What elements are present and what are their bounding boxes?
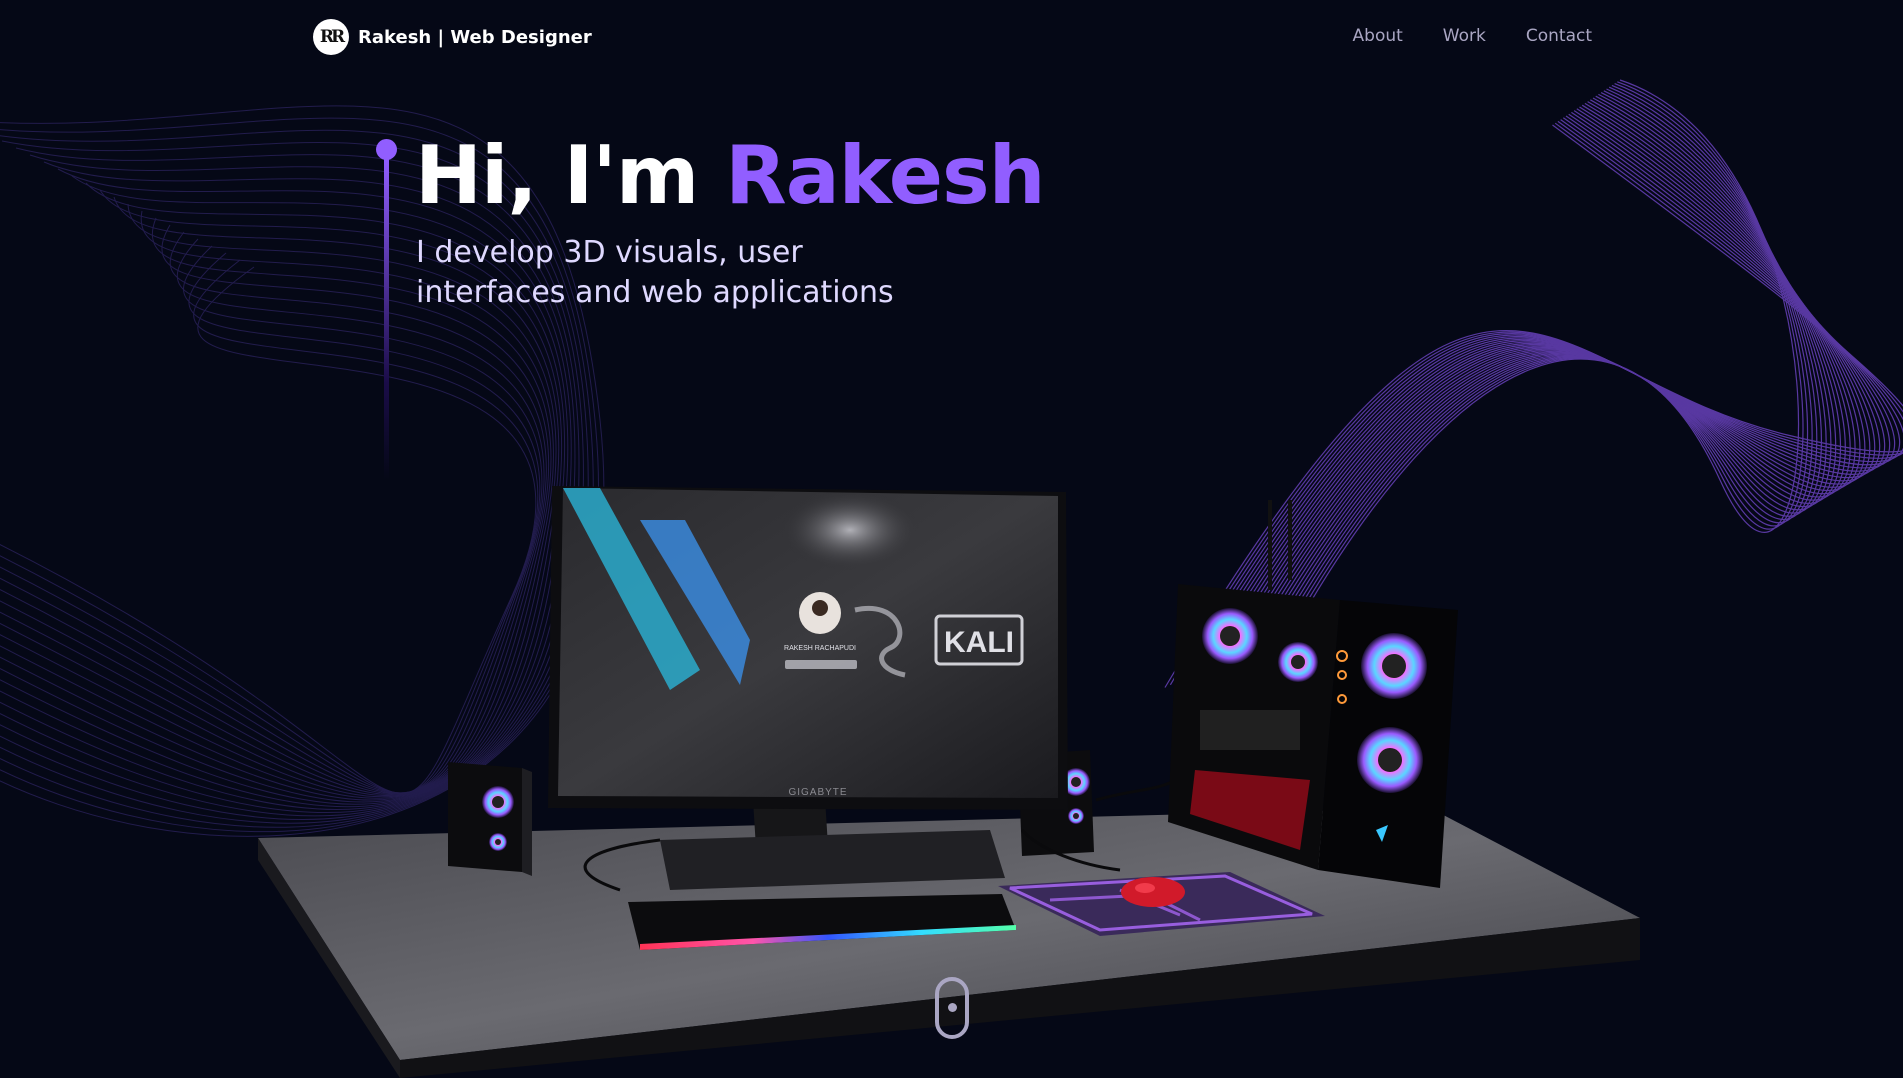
nav-link-work[interactable]: Work — [1443, 26, 1486, 46]
scroll-down-icon[interactable] — [935, 977, 969, 1039]
logo-icon: RR — [313, 19, 349, 55]
hero-name: Rakesh — [725, 129, 1045, 222]
scroll-knob — [948, 1003, 957, 1012]
nav-link-contact[interactable]: Contact — [1526, 26, 1592, 46]
hero-subtitle: I develop 3D visuals, user interfaces an… — [416, 235, 894, 310]
hero-greeting: Hi, I'm — [415, 129, 699, 222]
hero-dot — [376, 139, 397, 160]
brand-name: Rakesh | Web Designer — [358, 26, 592, 48]
screen-user-label: RAKESH RACHAPUDI — [784, 645, 856, 652]
nav-link-about[interactable]: About — [1353, 26, 1403, 46]
nav-menu: About Work Contact — [1353, 26, 1592, 46]
home-link[interactable]: RR Rakesh | Web Designer — [313, 19, 592, 55]
hero-accent-line — [384, 158, 389, 480]
screen-os-label: KALI — [944, 626, 1014, 659]
monitor-brand: GIGABYTE — [788, 787, 847, 798]
logo-mark: RR — [319, 27, 345, 47]
speaker-left — [448, 762, 532, 876]
hero-title: Hi, I'm Rakesh — [415, 128, 1046, 224]
navbar: RR Rakesh | Web Designer About Work Cont… — [0, 0, 1903, 76]
pc-tower — [1168, 500, 1458, 888]
mouse — [1121, 877, 1185, 907]
